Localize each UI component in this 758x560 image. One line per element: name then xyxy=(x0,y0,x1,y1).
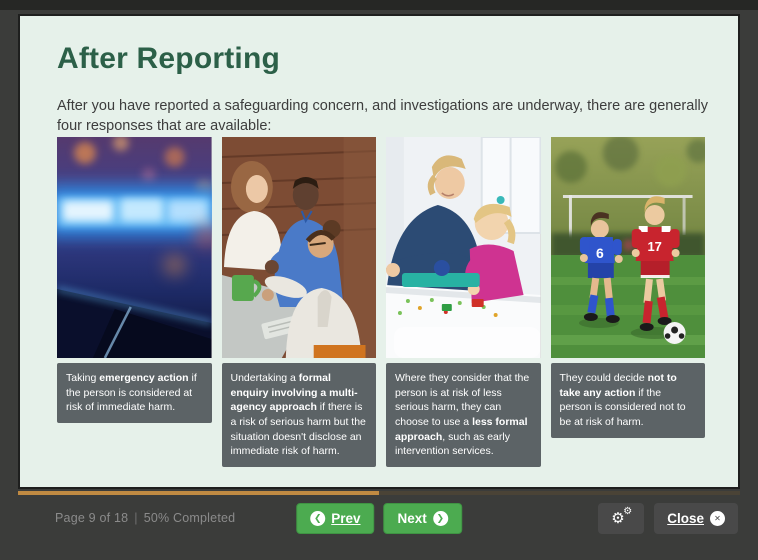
course-progress-bar xyxy=(18,491,740,495)
settings-button[interactable]: ⚙ ⚙ xyxy=(598,503,644,534)
chevron-right-circle-icon: ❯ xyxy=(433,511,448,526)
early-intervention-photo xyxy=(386,137,541,358)
page-title: After Reporting xyxy=(57,42,280,76)
response-card-formal-enquiry: Undertaking a formal enquiry involving a… xyxy=(222,137,377,467)
multi-agency-meeting-photo xyxy=(222,137,377,358)
cogs-icon: ⚙ ⚙ xyxy=(611,510,631,527)
page-number-text: Page 9 of 18 xyxy=(55,511,128,525)
children-football-photo: 6 17 xyxy=(551,137,706,358)
caption-less-formal: Where they consider that the person is a… xyxy=(386,363,541,467)
response-card-emergency: Taking emergency action if the person is… xyxy=(57,137,212,423)
adult-child-activity-image xyxy=(386,137,541,358)
next-button-label: Next xyxy=(398,511,427,526)
close-button[interactable]: Close ✕ xyxy=(654,503,738,534)
intro-text: After you have reported a safeguarding c… xyxy=(57,96,712,136)
course-progress-fill xyxy=(18,491,379,495)
close-circle-icon: ✕ xyxy=(710,511,725,526)
close-button-label: Close xyxy=(667,511,704,526)
response-columns: Taking emergency action if the person is… xyxy=(57,137,705,467)
page-status: Page 9 of 18 | 50% Completed xyxy=(55,511,235,525)
response-card-less-formal: Where they consider that the person is a… xyxy=(386,137,541,467)
navigation-buttons: ❮ Prev Next ❯ xyxy=(296,503,462,534)
utility-buttons: ⚙ ⚙ Close ✕ xyxy=(598,503,738,534)
response-card-no-action: 6 17 xyxy=(551,137,706,438)
jersey-number-blue: 6 xyxy=(595,245,603,261)
progress-text: 50% Completed xyxy=(144,511,236,525)
status-separator: | xyxy=(134,511,137,525)
jersey-number-red: 17 xyxy=(647,239,661,254)
gear-small-icon: ⚙ xyxy=(623,507,632,517)
prev-button[interactable]: ❮ Prev xyxy=(296,503,374,534)
window-top-edge xyxy=(0,0,758,10)
meeting-image xyxy=(222,137,377,358)
prev-button-label: Prev xyxy=(331,511,360,526)
chevron-left-circle-icon: ❮ xyxy=(310,511,325,526)
slide-card: After Reporting After you have reported … xyxy=(18,14,740,489)
police-lights-photo xyxy=(57,137,212,358)
caption-formal-enquiry: Undertaking a formal enquiry involving a… xyxy=(222,363,377,467)
next-button[interactable]: Next ❯ xyxy=(384,503,462,534)
police-lights-image xyxy=(57,137,212,358)
children-football-image: 6 17 xyxy=(551,137,706,358)
caption-emergency-action: Taking emergency action if the person is… xyxy=(57,363,212,423)
caption-no-action: They could decide not to take any action… xyxy=(551,363,706,438)
